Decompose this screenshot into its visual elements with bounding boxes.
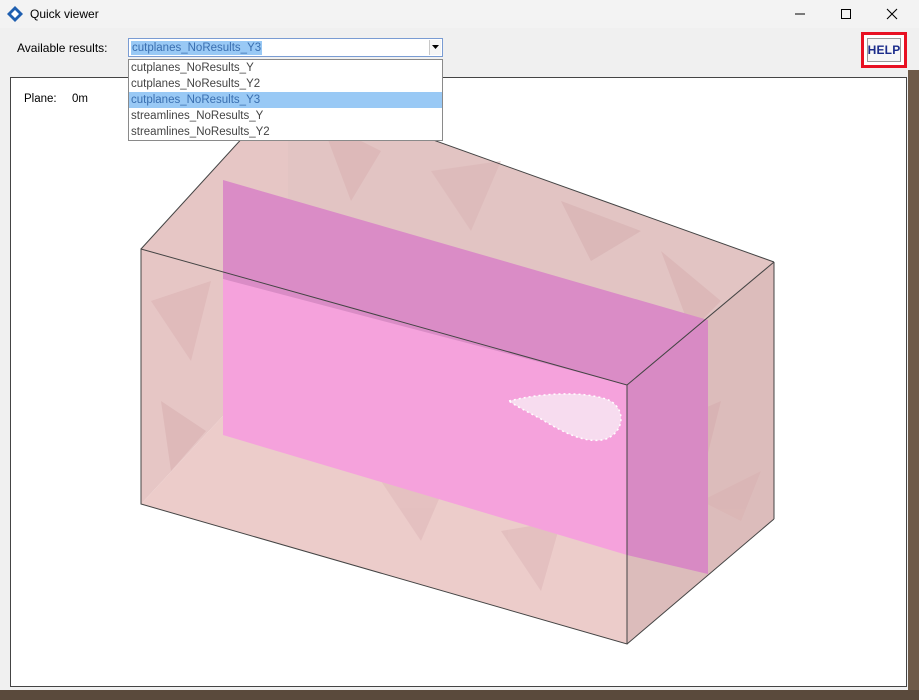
dropdown-option[interactable]: cutplanes_NoResults_Y — [129, 60, 442, 76]
help-button-highlight[interactable]: HELP — [861, 32, 907, 68]
minimize-button[interactable] — [777, 0, 823, 28]
maximize-button[interactable] — [823, 0, 869, 28]
maximize-icon — [841, 9, 851, 19]
title-bar: Quick viewer — [0, 0, 919, 28]
diamond-app-icon — [7, 6, 23, 22]
close-button[interactable] — [869, 0, 915, 28]
dropdown-option[interactable]: streamlines_NoResults_Y — [129, 108, 442, 124]
window-title: Quick viewer — [30, 7, 99, 21]
help-button[interactable]: HELP — [867, 38, 901, 62]
results-dropdown-button[interactable] — [429, 40, 441, 55]
3d-scene[interactable] — [10, 77, 907, 687]
results-dropdown-list[interactable]: cutplanes_NoResults_Y cutplanes_NoResult… — [128, 59, 443, 141]
close-icon — [886, 8, 898, 20]
results-combobox-value[interactable]: cutplanes_NoResults_Y3 — [131, 41, 263, 55]
desktop-edge-bottom — [0, 690, 919, 700]
minimize-icon — [795, 13, 805, 15]
dropdown-option[interactable]: streamlines_NoResults_Y2 — [129, 124, 442, 140]
dropdown-option[interactable]: cutplanes_NoResults_Y2 — [129, 76, 442, 92]
chevron-down-icon — [432, 45, 439, 49]
3d-viewport[interactable]: Plane: 0m — [10, 77, 907, 687]
results-combobox[interactable]: cutplanes_NoResults_Y3 — [128, 38, 443, 57]
help-button-label: HELP — [867, 43, 901, 57]
available-results-label: Available results: — [17, 41, 108, 55]
plane-label: Plane: — [24, 93, 57, 105]
plane-value: 0m — [72, 93, 88, 105]
desktop-edge-right — [908, 70, 919, 700]
dropdown-option-selected[interactable]: cutplanes_NoResults_Y3 — [129, 92, 442, 108]
